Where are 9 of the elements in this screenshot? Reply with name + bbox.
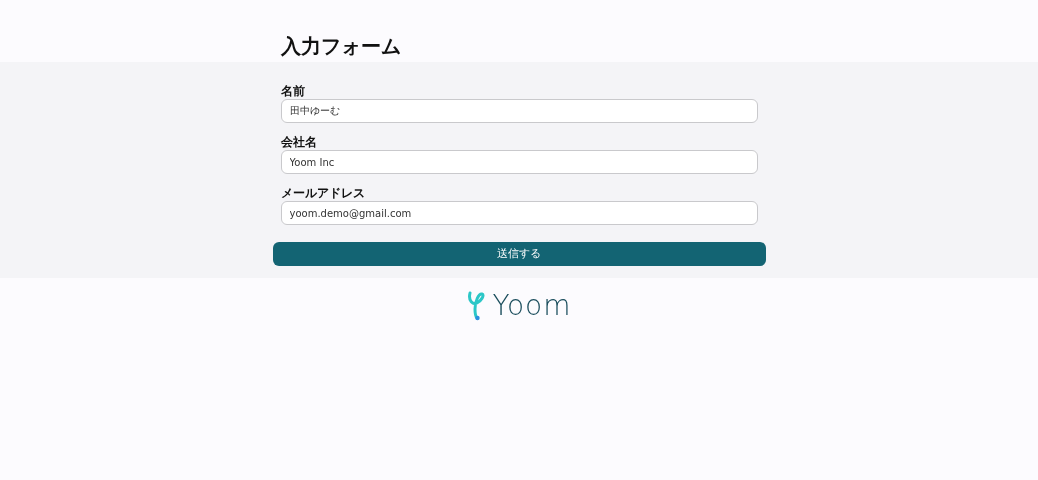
input-field[interactable]: Yoom Inc — [280, 150, 758, 174]
logo-text: Yoom — [492, 290, 572, 322]
field-label: 名前 — [280, 84, 306, 98]
field-label: 会社名 — [280, 135, 318, 149]
input-field[interactable]: yoom.demo@gmail.com — [280, 201, 758, 225]
field-label: メールアドレス — [280, 186, 366, 200]
submit-button[interactable]: 送信する — [272, 242, 766, 266]
input-field[interactable]: 田中ゆーむ — [280, 99, 758, 123]
form-title: 入力フォーム — [279, 33, 402, 60]
